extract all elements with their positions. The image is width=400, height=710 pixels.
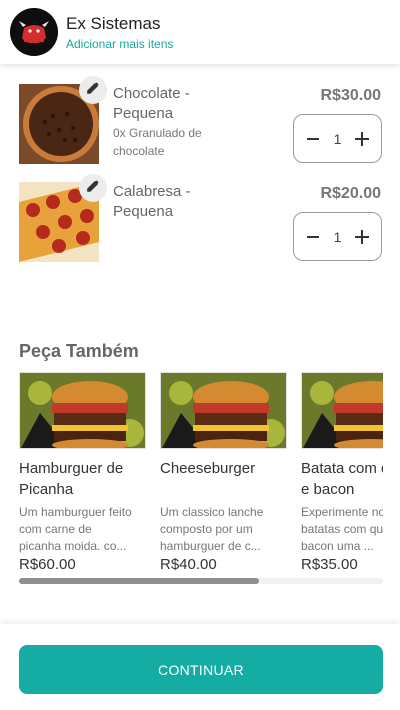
product-card[interactable]: Batata com queijo e bacon Experimente no… [301,372,383,573]
product-card[interactable]: Hamburguer de Picanha Um hamburguer feit… [19,372,146,573]
edit-item-button[interactable] [79,76,107,104]
item-price: R$20.00 [320,185,382,202]
product-name: Batata com queijo e bacon [301,460,383,498]
product-name: Hamburguer de Picanha [19,460,124,498]
pencil-icon [86,81,100,100]
increment-button[interactable] [353,228,371,246]
product-name: Cheeseburger [160,460,256,477]
quantity-value: 1 [333,228,342,245]
footer-bar: CONTINUAR [0,624,400,710]
decrement-button[interactable] [304,130,322,148]
quantity-stepper: 1 [293,114,382,163]
minus-icon [307,235,319,238]
product-description: Um hamburguer feito com carne de picanha… [19,505,132,553]
continue-button[interactable]: CONTINUAR [19,645,383,694]
item-name: Chocolate - Pequena [113,85,190,122]
app-header: Ex Sistemas Adicionar mais itens [0,0,400,64]
suggestions-carousel[interactable]: Hamburguer de Picanha Um hamburguer feit… [19,372,383,582]
decrement-button[interactable] [304,228,322,246]
carousel-scrollbar[interactable] [19,578,383,584]
plus-icon [354,131,369,146]
item-extras: 0x Granulado de chocolate [113,126,202,158]
burger-image [19,372,146,449]
plus-icon [354,229,369,244]
store-name: Ex Sistemas [66,14,161,33]
cart-item: Chocolate - Pequena 0x Granulado de choc… [0,76,400,174]
product-card[interactable]: Cheeseburger Um classico lanche composto… [160,372,287,573]
product-price: R$35.00 [301,556,358,573]
product-price: R$60.00 [19,556,76,573]
burger-image [160,372,287,449]
minus-icon [307,137,319,140]
section-title: Peça Também [19,341,139,361]
add-more-items-link[interactable]: Adicionar mais itens [66,37,173,51]
increment-button[interactable] [353,130,371,148]
burger-image [301,372,383,449]
item-name: Calabresa - Pequena [113,183,191,220]
product-description: Um classico lanche composto por um hambu… [160,505,264,553]
scrollbar-thumb[interactable] [19,578,260,584]
cart-item: Calabresa - Pequena R$20.00 1 [0,174,400,272]
product-price: R$40.00 [160,556,217,573]
quantity-stepper: 1 [293,212,382,261]
pencil-icon [86,179,100,198]
edit-item-button[interactable] [79,174,107,202]
quantity-value: 1 [333,130,342,147]
item-price: R$30.00 [320,87,382,104]
product-description: Experimente nossas batatas com queijo e … [301,505,383,553]
store-logo [10,8,58,56]
